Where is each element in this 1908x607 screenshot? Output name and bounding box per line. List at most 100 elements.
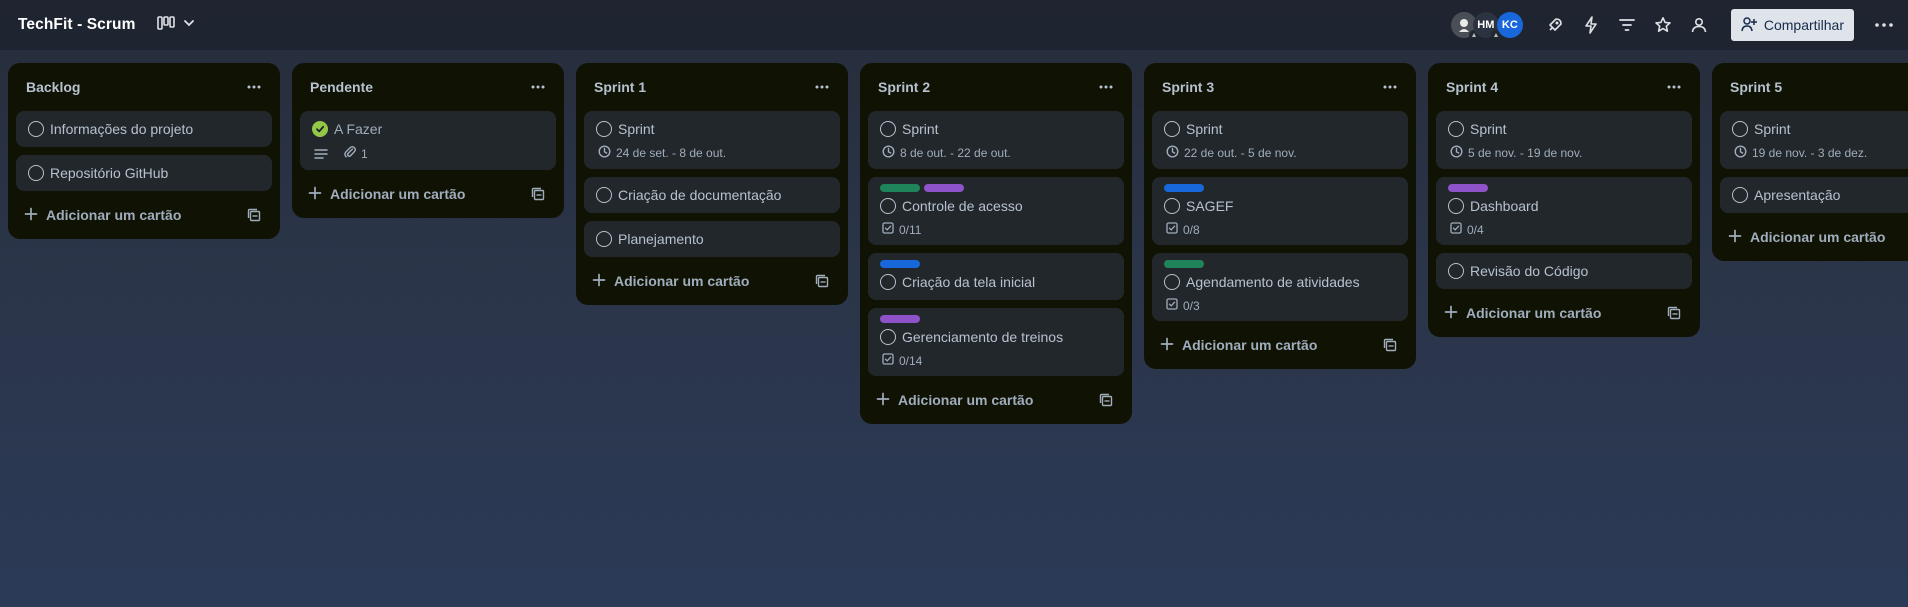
list-title[interactable]: Sprint 3 [1162,79,1214,95]
list-title[interactable]: Sprint 1 [594,79,646,95]
list-title[interactable]: Sprint 4 [1446,79,1498,95]
label-green[interactable] [1164,260,1204,268]
filter-icon[interactable] [1611,9,1643,41]
clock-icon [882,145,895,161]
card[interactable]: Planejamento [584,221,840,257]
board-menu-button[interactable] [1864,9,1904,41]
card[interactable]: Dashboard 0/4 [1436,177,1692,245]
avatar[interactable]: HM [1472,12,1501,40]
card[interactable]: Sprint 8 de out. - 22 de out. [868,111,1124,169]
label-purple[interactable] [1448,184,1488,192]
complete-circle-icon[interactable] [1732,187,1748,203]
complete-circle-icon[interactable] [1448,198,1464,214]
create-from-template-icon[interactable] [242,203,266,227]
list-menu-button[interactable] [1376,73,1404,101]
card[interactable]: Agendamento de atividades 0/3 [1152,253,1408,321]
card-title-row: Dashboard [1448,196,1680,216]
complete-check-icon[interactable] [312,121,328,137]
complete-circle-icon[interactable] [1448,263,1464,279]
automation-icon[interactable] [1575,9,1607,41]
label-blue[interactable] [880,260,920,268]
label-green[interactable] [880,184,920,192]
card[interactable]: Sprint 5 de nov. - 19 de nov. [1436,111,1692,169]
list-title[interactable]: Sprint 2 [878,79,930,95]
add-card-button[interactable]: Adicionar um cartão [16,199,272,231]
complete-circle-icon[interactable] [596,121,612,137]
star-icon[interactable] [1647,9,1679,41]
add-card-label: Adicionar um cartão [46,207,182,223]
card[interactable]: Gerenciamento de treinos 0/14 [868,308,1124,376]
complete-circle-icon[interactable] [596,187,612,203]
card-labels [1164,260,1396,268]
add-card-button[interactable]: Adicionar um cartão [1152,329,1408,361]
card[interactable]: Criação de documentação [584,177,840,213]
create-from-template-icon[interactable] [526,182,550,206]
list-menu-button[interactable] [808,73,836,101]
visibility-icon[interactable] [1683,9,1715,41]
card[interactable]: Sprint 22 de out. - 5 de nov. [1152,111,1408,169]
list-menu-button[interactable] [1092,73,1120,101]
label-blue[interactable] [1164,184,1204,192]
complete-circle-icon[interactable] [880,121,896,137]
checklist-count: 0/3 [1183,298,1200,313]
add-card-button[interactable]: Adicionar um cartão [868,384,1124,416]
list-menu-button[interactable] [240,73,268,101]
card[interactable]: Sprint 24 de set. - 8 de out. [584,111,840,169]
create-from-template-icon[interactable] [810,269,834,293]
add-card-label-group: Adicionar um cartão [1444,305,1601,322]
card-badges: 0/8 [1164,222,1396,237]
add-card-label: Adicionar um cartão [330,186,466,202]
add-card-label-group: Adicionar um cartão [592,273,749,290]
complete-circle-icon[interactable] [880,274,896,290]
share-button[interactable]: Compartilhar [1730,9,1854,41]
complete-circle-icon[interactable] [1732,121,1748,137]
card[interactable]: Revisão do Código [1436,253,1692,289]
dates-text: 8 de out. - 22 de out. [900,146,1011,160]
list-title[interactable]: Pendente [310,79,373,95]
add-card-button[interactable]: Adicionar um cartão [1720,221,1908,253]
create-from-template-icon[interactable] [1378,333,1402,357]
create-from-template-icon[interactable] [1662,301,1686,325]
card[interactable]: Repositório GitHub [16,155,272,191]
dates-text: 22 de out. - 5 de nov. [1184,146,1297,160]
card[interactable]: SAGEF 0/8 [1152,177,1408,245]
dates-text: 5 de nov. - 19 de nov. [1468,146,1583,160]
card[interactable]: Controle de acesso 0/11 [868,177,1124,245]
add-card-button[interactable]: Adicionar um cartão [1436,297,1692,329]
complete-circle-icon[interactable] [28,165,44,181]
avatar[interactable]: KC [1496,12,1523,38]
complete-circle-icon[interactable] [880,198,896,214]
board-view-switcher[interactable] [157,15,195,35]
add-card-label-group: Adicionar um cartão [1728,229,1885,246]
power-up-icon[interactable] [1539,9,1571,41]
label-purple[interactable] [880,315,920,323]
list-title[interactable]: Sprint 5 [1730,79,1782,95]
add-card-button[interactable]: Adicionar um cartão [300,178,556,210]
card[interactable]: Informações do projeto [16,111,272,147]
card[interactable]: Sprint 19 de nov. - 3 de dez. [1720,111,1908,169]
card[interactable]: A Fazer 1 [300,111,556,170]
card[interactable]: Apresentação [1720,177,1908,213]
card-title-row: SAGEF [1164,196,1396,216]
board-title[interactable]: TechFit - Scrum [18,16,135,34]
complete-circle-icon[interactable] [1164,198,1180,214]
list-title[interactable]: Backlog [26,79,80,95]
complete-circle-icon[interactable] [596,231,612,247]
card-badges: 0/3 [1164,298,1396,313]
complete-circle-icon[interactable] [1164,274,1180,290]
add-card-button[interactable]: Adicionar um cartão [584,265,840,297]
card-title: Dashboard [1470,198,1539,214]
card-title-row: Sprint [1732,119,1908,139]
complete-circle-icon[interactable] [880,329,896,345]
label-purple[interactable] [924,184,964,192]
list: Sprint 5 Sprint 19 de nov. - 3 de dez. Apre… [1712,63,1908,261]
card-labels [1164,184,1396,192]
create-from-template-icon[interactable] [1094,388,1118,412]
list-menu-button[interactable] [524,73,552,101]
complete-circle-icon[interactable] [1448,121,1464,137]
complete-circle-icon[interactable] [1164,121,1180,137]
list-menu-button[interactable] [1660,73,1688,101]
add-card-label-group: Adicionar um cartão [308,186,465,203]
complete-circle-icon[interactable] [28,121,44,137]
card[interactable]: Criação da tela inicial [868,253,1124,300]
